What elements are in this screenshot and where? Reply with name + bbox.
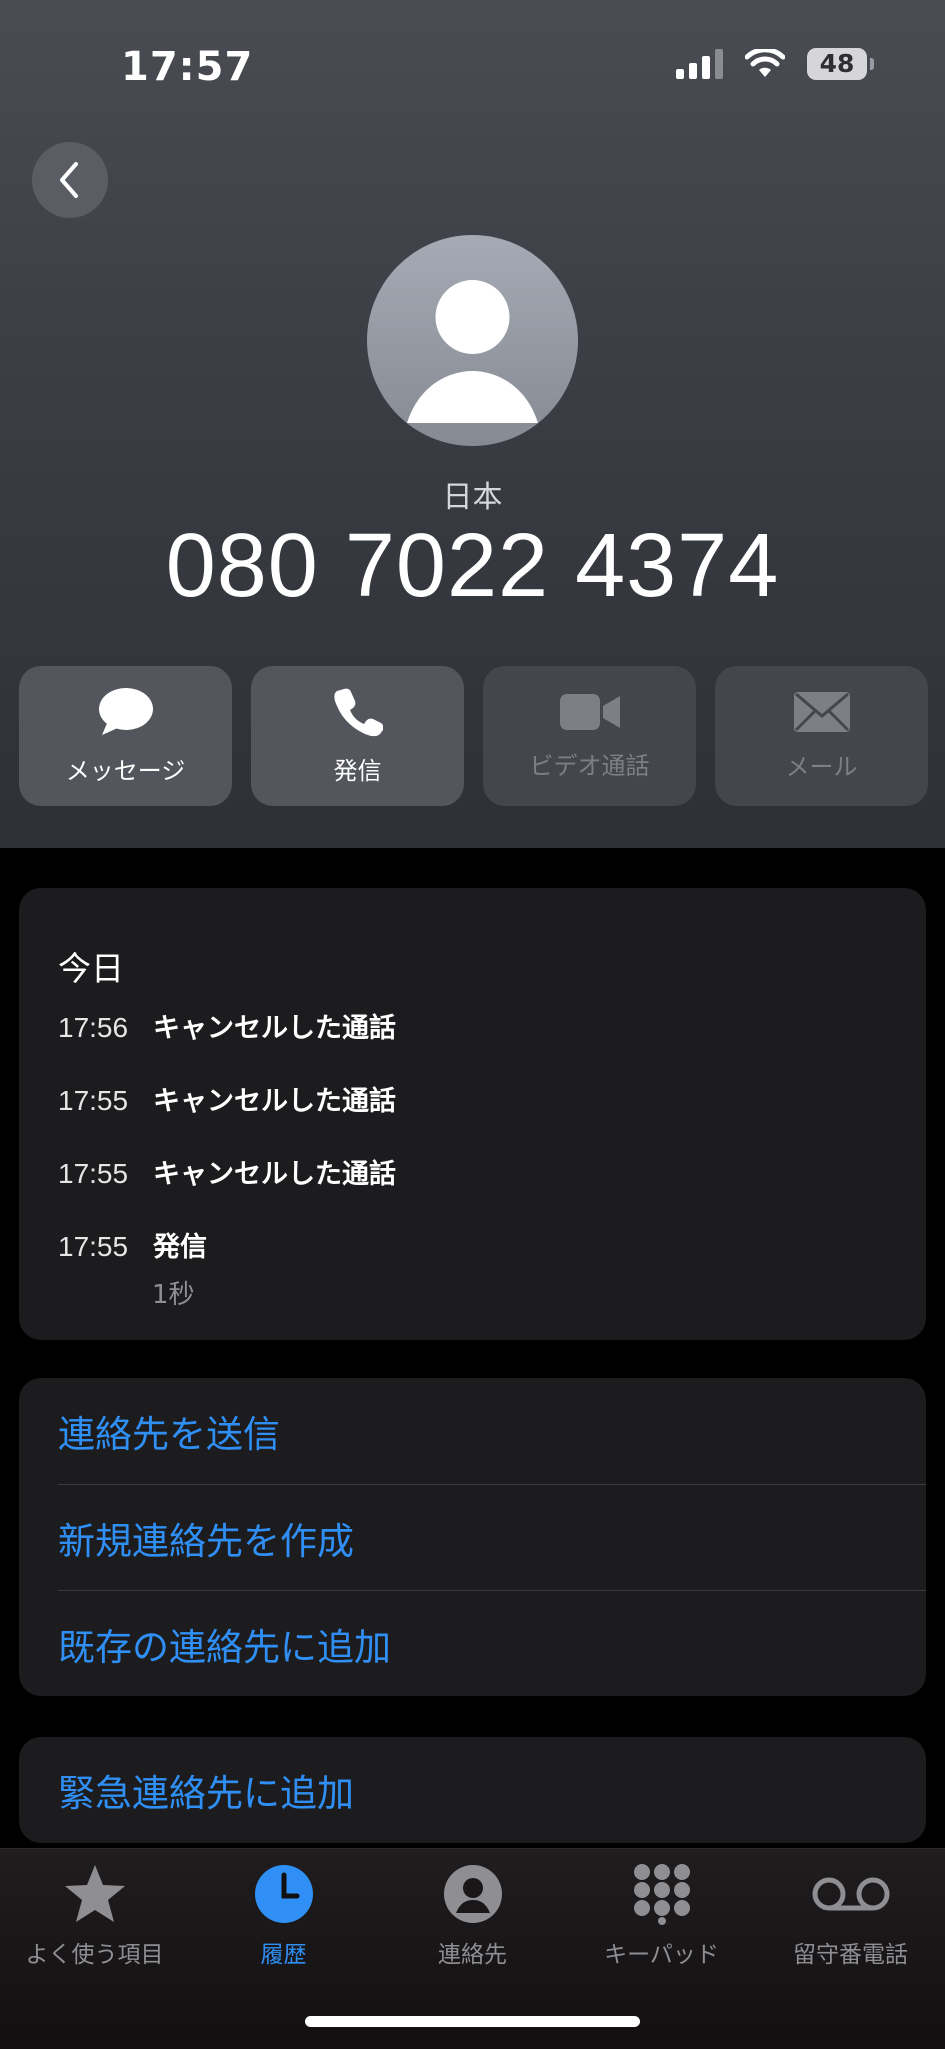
status-icons: 48 [676,48,874,80]
call-type: キャンセルした通話 [153,1159,396,1190]
battery-level: 48 [819,49,855,78]
status-time: 17:57 [121,44,254,90]
history-date-heading: 今日 [58,949,124,988]
chevron-left-icon [60,162,78,198]
star-icon [64,1865,125,1922]
call-button-label: 発信 [333,756,382,785]
call-history-row: 17:56 キャンセルした通話 [58,1006,396,1045]
back-button[interactable] [32,142,108,218]
keypad-icon [633,1864,690,1925]
call-history-row: 17:55 キャンセルした通話 [58,1152,396,1191]
tab-recents[interactable]: 履歴 [189,1863,378,1969]
call-type: キャンセルした通話 [153,1013,396,1044]
tab-favorites-label: よく使う項目 [25,1942,164,1968]
call-time: 17:56 [58,1012,129,1043]
tab-recents-label: 履歴 [260,1942,307,1968]
contact-options-card: 連絡先を送信 新規連絡先を作成 既存の連絡先に追加 [19,1378,926,1696]
call-history-card: 今日 17:56 キャンセルした通話 17:55 キャンセルした通話 17:55… [19,888,926,1340]
tab-voicemail-label: 留守番電話 [793,1942,908,1968]
video-camera-icon [559,693,620,730]
contact-phone-number: 080 7022 4374 [165,516,780,616]
contact-country: 日本 [442,480,503,515]
message-button-label: メッセージ [65,756,186,785]
call-duration: 1秒 [152,1280,195,1310]
tab-bar: よく使う項目 履歴 連絡先 キーパッド 留守番電話 [0,1848,945,2049]
contact-actions: メッセージ 発信 ビデオ通話 メール [19,666,928,806]
mail-button-label: メール [785,752,858,781]
contact-avatar [367,235,578,446]
person-silhouette-icon [407,280,538,423]
cellular-signal-icon [676,49,723,79]
mail-button[interactable]: メール [715,666,928,806]
add-to-existing-contact-button[interactable]: 既存の連絡先に追加 [58,1590,926,1697]
call-time: 17:55 [58,1085,129,1116]
tab-keypad[interactable]: キーパッド [567,1863,756,1969]
clock-icon [254,1865,313,1923]
emergency-contact-card: 緊急連絡先に追加 [19,1737,926,1843]
tab-keypad-label: キーパッド [604,1942,719,1968]
voicemail-icon [812,1877,889,1911]
call-history-row: 17:55 発信 [58,1225,207,1264]
create-new-contact-button[interactable]: 新規連絡先を作成 [58,1484,926,1591]
person-circle-icon [443,1865,502,1923]
call-type: 発信 [153,1232,207,1263]
message-button[interactable]: メッセージ [19,666,232,806]
tab-voicemail[interactable]: 留守番電話 [756,1863,945,1969]
call-button[interactable]: 発信 [251,666,464,806]
tab-contacts-label: 連絡先 [438,1942,507,1968]
add-emergency-contact-button[interactable]: 緊急連絡先に追加 [58,1737,926,1843]
video-call-button[interactable]: ビデオ通話 [483,666,696,806]
mail-envelope-icon [793,691,850,732]
home-indicator[interactable] [305,2016,640,2027]
wifi-icon [745,49,785,77]
tab-favorites[interactable]: よく使う項目 [0,1863,189,1969]
video-call-button-label: ビデオ通話 [529,751,650,780]
call-type: キャンセルした通話 [153,1086,396,1117]
battery-icon: 48 [807,48,874,80]
tab-contacts[interactable]: 連絡先 [378,1863,567,1969]
phone-icon [333,688,383,736]
share-contact-button[interactable]: 連絡先を送信 [58,1378,926,1484]
contact-header: 17:57 48 日本 080 7022 4374 メッセージ 発信 ビデオ通話… [0,0,945,848]
call-history-row: 17:55 キャンセルした通話 [58,1079,396,1118]
message-bubble-icon [98,687,153,735]
call-time: 17:55 [58,1158,129,1189]
call-time: 17:55 [58,1231,129,1262]
